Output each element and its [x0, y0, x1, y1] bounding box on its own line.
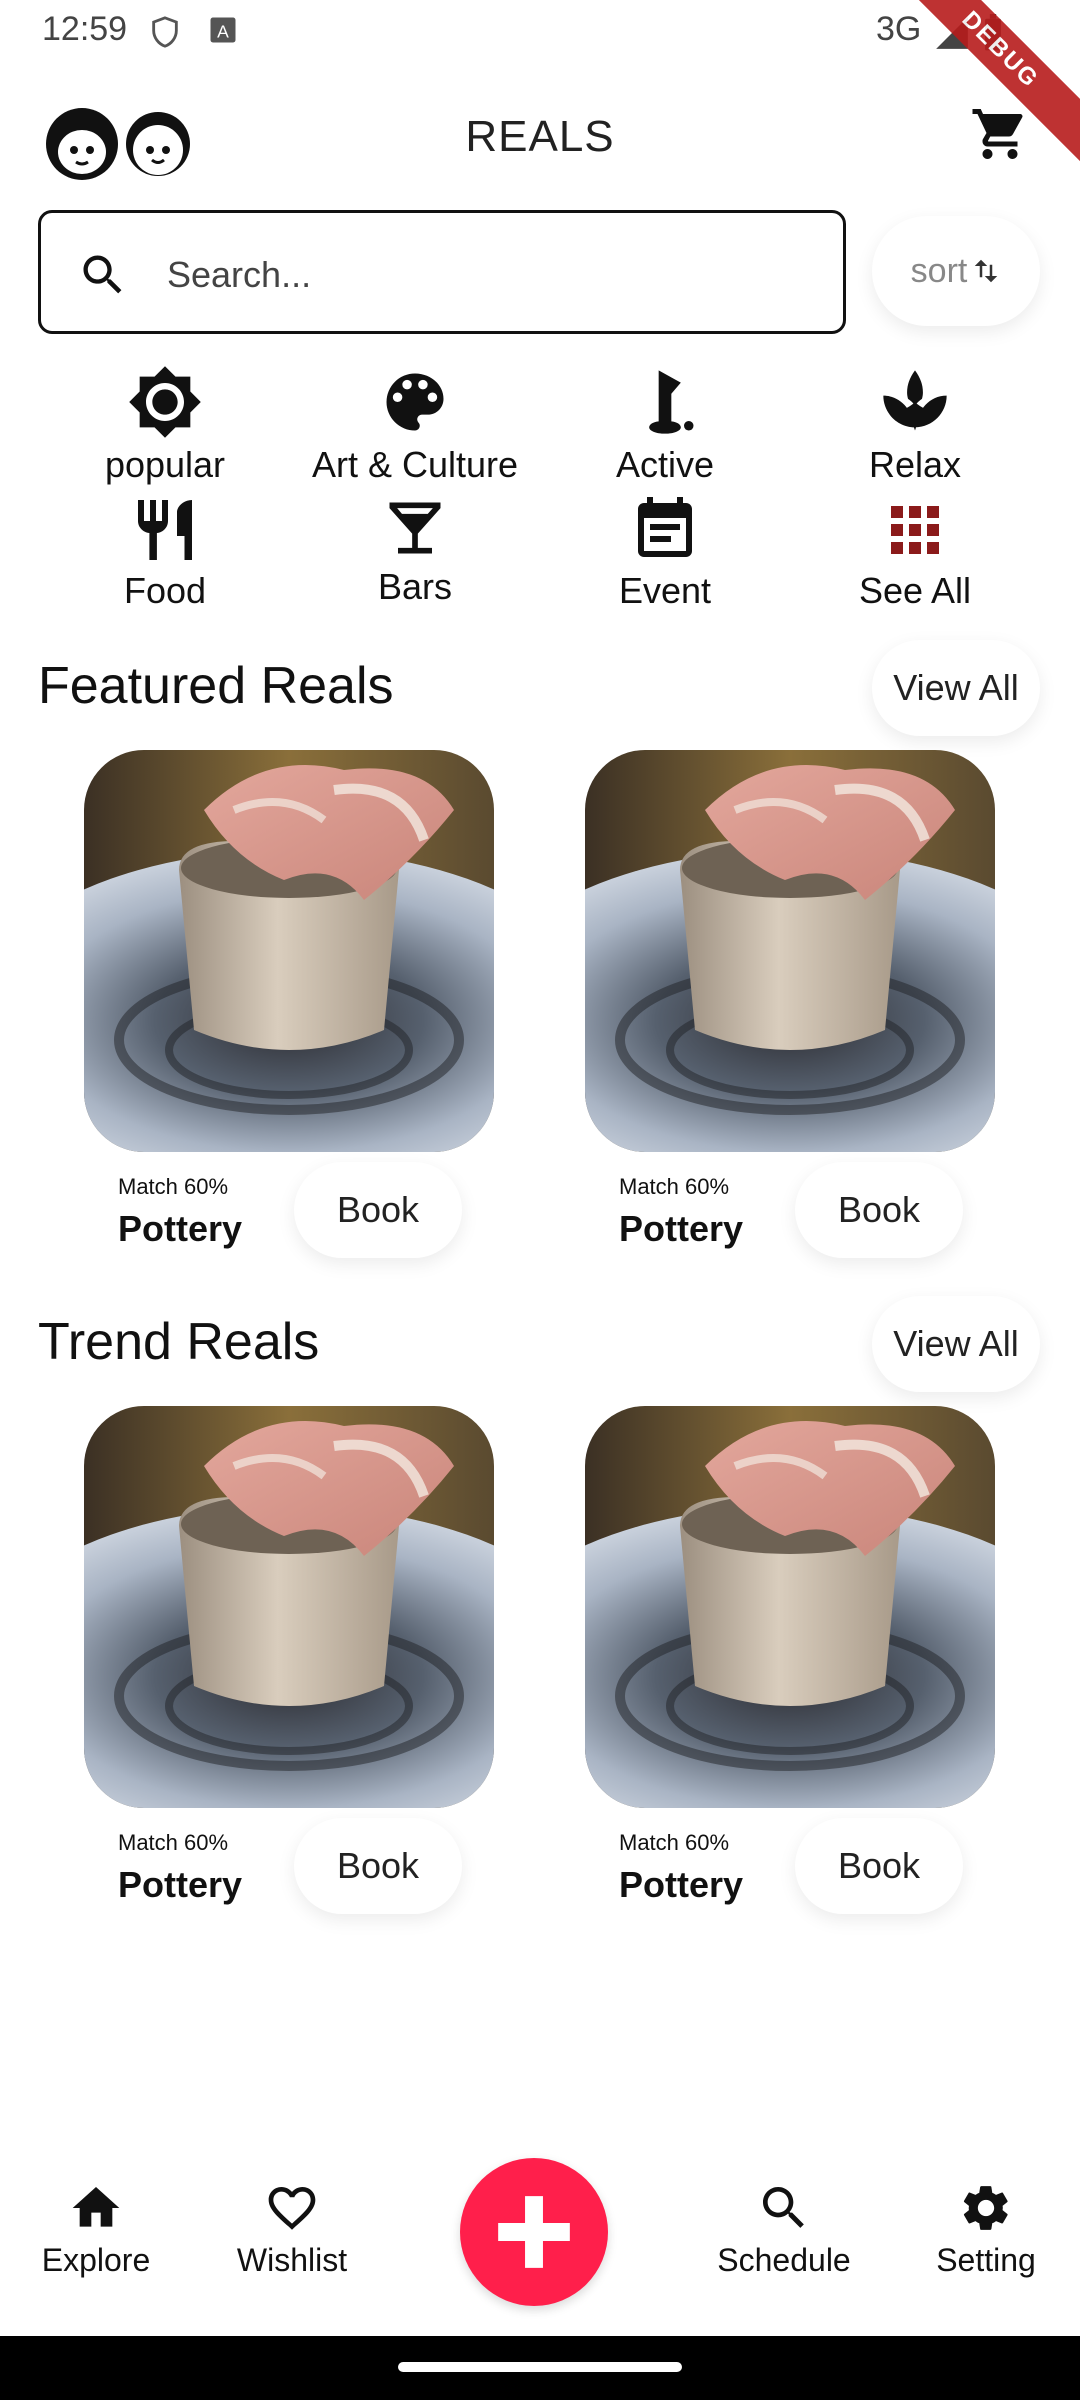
nav-label: Setting — [936, 2242, 1036, 2278]
grid-icon — [891, 506, 939, 554]
category-label: popular — [104, 444, 226, 485]
plus-icon — [498, 2196, 570, 2268]
heart-icon — [268, 2187, 316, 2230]
shield-icon — [152, 16, 178, 48]
gear-icon — [963, 2186, 1008, 2230]
search-input[interactable] — [167, 247, 787, 303]
book-button[interactable]: Book — [294, 1818, 462, 1914]
nav-explore[interactable]: Explore — [6, 2180, 186, 2279]
nav-label: Wishlist — [236, 2242, 348, 2278]
reals-card[interactable]: Match 60% Pottery Book — [585, 1406, 995, 1926]
category-label: See All — [858, 570, 972, 611]
section-title-trend: Trend Reals — [38, 1313, 320, 1371]
status-bar: 12:59 A 3G DEBUG — [0, 0, 1080, 172]
sun-icon — [129, 366, 201, 438]
nav-setting[interactable]: Setting — [896, 2180, 1076, 2279]
pottery-image — [585, 750, 995, 1152]
card-title: Pottery — [118, 1864, 243, 1905]
svg-text:A: A — [217, 22, 229, 42]
category-label: Relax — [868, 444, 962, 485]
cocktail-icon — [389, 502, 441, 554]
cart-icon[interactable] — [970, 104, 1030, 164]
category-label: Food — [123, 570, 207, 611]
calendar-icon — [638, 497, 692, 557]
category-bars[interactable]: Bars — [290, 494, 540, 608]
category-see-all[interactable]: See All — [790, 494, 1040, 612]
category-label: Event — [618, 570, 712, 611]
sort-button[interactable]: sort — [872, 216, 1040, 326]
search-bar[interactable] — [38, 210, 846, 334]
home-indicator[interactable] — [398, 2362, 682, 2372]
match-percent: Match 60% — [118, 1174, 229, 1199]
category-relax[interactable]: Relax — [790, 364, 1040, 486]
keyboard-a-icon: A — [210, 17, 236, 43]
add-button[interactable] — [460, 2158, 608, 2306]
spa-icon — [883, 370, 947, 431]
network-type: 3G — [876, 10, 922, 48]
card-title: Pottery — [619, 1208, 744, 1249]
category-label: Art & Culture — [311, 444, 519, 485]
book-button[interactable]: Book — [294, 1162, 462, 1258]
nav-schedule[interactable]: Schedule — [694, 2180, 874, 2279]
category-label: Active — [615, 444, 715, 485]
page-title: REALS — [465, 112, 615, 161]
category-art-culture[interactable]: Art & Culture — [290, 364, 540, 486]
view-all-trend-button[interactable]: View All — [872, 1296, 1040, 1392]
category-label: Bars — [377, 566, 453, 607]
view-all-featured-button[interactable]: View All — [872, 640, 1040, 736]
section-title-featured: Featured Reals — [38, 657, 394, 715]
category-food[interactable]: Food — [40, 494, 290, 612]
reals-card[interactable]: Match 60% Pottery Book — [585, 750, 995, 1270]
palette-icon — [386, 373, 444, 431]
bottom-navigation: Explore Wishlist Schedule Setting — [0, 2140, 1080, 2336]
sort-arrows-icon — [975, 259, 998, 283]
app-bar: REALS — [0, 90, 1080, 190]
match-percent: Match 60% — [619, 1174, 730, 1199]
book-button[interactable]: Book — [795, 1162, 963, 1258]
pottery-image — [84, 750, 494, 1152]
golf-icon — [649, 370, 694, 434]
match-percent: Match 60% — [619, 1830, 730, 1855]
sort-label: sort — [910, 251, 968, 290]
reals-card[interactable]: Match 60% Pottery Book — [84, 750, 494, 1270]
book-button[interactable]: Book — [795, 1818, 963, 1914]
nav-wishlist[interactable]: Wishlist — [202, 2180, 382, 2279]
status-time: 12:59 — [42, 10, 128, 48]
match-percent: Match 60% — [118, 1830, 229, 1855]
category-active[interactable]: Active — [540, 364, 790, 486]
search-icon — [83, 255, 122, 294]
pottery-image — [585, 1406, 995, 1808]
system-navigation-bar — [0, 2336, 1080, 2400]
card-title: Pottery — [619, 1864, 744, 1905]
nav-label: Explore — [41, 2242, 151, 2278]
card-title: Pottery — [118, 1208, 243, 1249]
home-icon — [72, 2187, 120, 2227]
category-event[interactable]: Event — [540, 494, 790, 612]
restaurant-icon — [138, 500, 192, 560]
category-popular[interactable]: popular — [40, 364, 290, 486]
nav-label: Schedule — [717, 2242, 851, 2278]
reals-card[interactable]: Match 60% Pottery Book — [84, 1406, 494, 1926]
search-icon — [763, 2187, 804, 2228]
pottery-image — [84, 1406, 494, 1808]
